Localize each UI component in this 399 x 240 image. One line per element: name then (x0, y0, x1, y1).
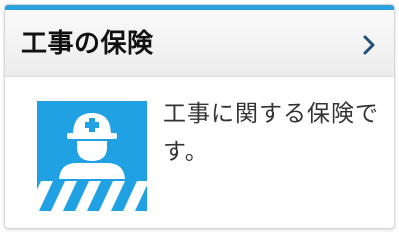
construction-worker-icon (37, 101, 147, 211)
card-body: 工事に関する保険です。 (5, 77, 394, 228)
insurance-card[interactable]: 工事の保険 工事に関する保険です。 (4, 4, 395, 229)
card-header-link[interactable]: 工事の保険 (5, 5, 394, 77)
card-title: 工事の保険 (21, 29, 154, 59)
card-description: 工事に関する保険です。 (163, 101, 379, 165)
chevron-right-icon[interactable] (362, 34, 376, 56)
